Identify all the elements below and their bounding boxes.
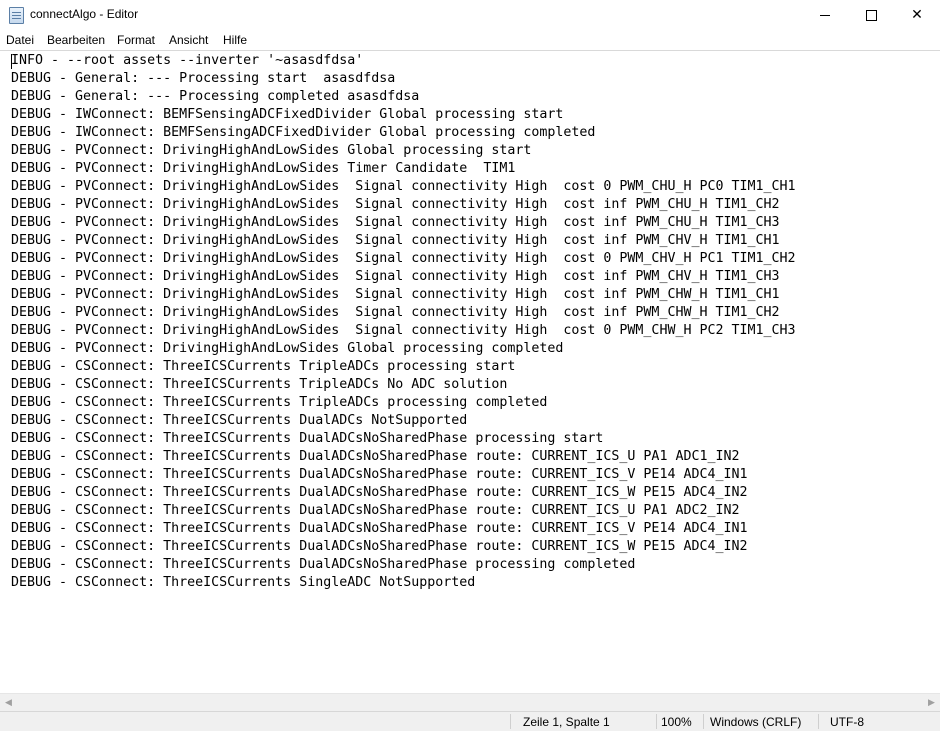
text-line[interactable]: DEBUG - PVConnect: DrivingHighAndLowSide… — [11, 160, 940, 178]
window-title: connectAlgo - Editor — [30, 7, 139, 21]
text-line[interactable]: DEBUG - PVConnect: DrivingHighAndLowSide… — [11, 340, 940, 358]
menu-ansicht[interactable]: Ansicht — [169, 33, 208, 47]
text-line[interactable]: DEBUG - CSConnect: ThreeICSCurrents Dual… — [11, 538, 940, 556]
text-line[interactable]: DEBUG - CSConnect: ThreeICSCurrents Dual… — [11, 412, 940, 430]
text-line[interactable]: DEBUG - PVConnect: DrivingHighAndLowSide… — [11, 142, 940, 160]
text-line[interactable]: DEBUG - CSConnect: ThreeICSCurrents Dual… — [11, 430, 940, 448]
text-editor[interactable]: INFO - --root assets --inverter '~asasdf… — [0, 50, 940, 694]
text-caret — [11, 54, 12, 69]
text-line[interactable]: DEBUG - PVConnect: DrivingHighAndLowSide… — [11, 322, 940, 340]
status-separator — [703, 714, 704, 729]
text-line[interactable]: INFO - --root assets --inverter '~asasdf… — [11, 52, 940, 70]
text-line[interactable]: DEBUG - General: --- Processing start as… — [11, 70, 940, 88]
menu-hilfe[interactable]: Hilfe — [223, 33, 247, 47]
status-separator — [656, 714, 657, 729]
status-separator — [818, 714, 819, 729]
text-line[interactable]: DEBUG - PVConnect: DrivingHighAndLowSide… — [11, 268, 940, 286]
text-line[interactable]: DEBUG - CSConnect: ThreeICSCurrents Dual… — [11, 484, 940, 502]
text-line[interactable]: DEBUG - General: --- Processing complete… — [11, 88, 940, 106]
text-line[interactable]: DEBUG - CSConnect: ThreeICSCurrents Dual… — [11, 448, 940, 466]
text-line[interactable]: DEBUG - CSConnect: ThreeICSCurrents Sing… — [11, 574, 940, 592]
line-ending: Windows (CRLF) — [710, 715, 802, 729]
menu-bearbeiten[interactable]: Bearbeiten — [47, 33, 105, 47]
text-line[interactable]: DEBUG - PVConnect: DrivingHighAndLowSide… — [11, 286, 940, 304]
text-line[interactable]: DEBUG - CSConnect: ThreeICSCurrents Dual… — [11, 556, 940, 574]
menu-bar: Datei Bearbeiten Format Ansicht Hilfe — [0, 30, 940, 50]
text-line[interactable]: DEBUG - PVConnect: DrivingHighAndLowSide… — [11, 232, 940, 250]
text-line[interactable]: DEBUG - PVConnect: DrivingHighAndLowSide… — [11, 250, 940, 268]
text-line[interactable]: DEBUG - CSConnect: ThreeICSCurrents Dual… — [11, 502, 940, 520]
horizontal-scrollbar[interactable]: ◀ ▶ — [0, 693, 940, 711]
encoding: UTF-8 — [830, 715, 864, 729]
text-line[interactable]: DEBUG - CSConnect: ThreeICSCurrents Trip… — [11, 394, 940, 412]
text-line[interactable]: DEBUG - IWConnect: BEMFSensingADCFixedDi… — [11, 106, 940, 124]
maximize-button[interactable] — [848, 0, 894, 30]
text-line[interactable]: DEBUG - CSConnect: ThreeICSCurrents Trip… — [11, 376, 940, 394]
scroll-right-icon[interactable]: ▶ — [923, 694, 940, 711]
scroll-left-icon[interactable]: ◀ — [0, 694, 17, 711]
notepad-icon — [9, 7, 24, 24]
close-button[interactable]: ✕ — [894, 0, 940, 30]
status-bar: Zeile 1, Spalte 1 100% Windows (CRLF) UT… — [0, 711, 940, 731]
text-line[interactable]: DEBUG - CSConnect: ThreeICSCurrents Dual… — [11, 466, 940, 484]
editor-text[interactable]: INFO - --root assets --inverter '~asasdf… — [0, 51, 940, 592]
minimize-button[interactable] — [802, 0, 848, 30]
text-line[interactable]: DEBUG - PVConnect: DrivingHighAndLowSide… — [11, 178, 940, 196]
title-bar[interactable]: connectAlgo - Editor ✕ — [0, 0, 940, 30]
text-line[interactable]: DEBUG - CSConnect: ThreeICSCurrents Dual… — [11, 520, 940, 538]
minimize-icon — [820, 14, 830, 16]
text-line[interactable]: DEBUG - PVConnect: DrivingHighAndLowSide… — [11, 214, 940, 232]
text-line[interactable]: DEBUG - PVConnect: DrivingHighAndLowSide… — [11, 196, 940, 214]
text-line[interactable]: DEBUG - CSConnect: ThreeICSCurrents Trip… — [11, 358, 940, 376]
status-separator — [510, 714, 511, 729]
menu-format[interactable]: Format — [117, 33, 155, 47]
menu-datei[interactable]: Datei — [6, 33, 34, 47]
text-line[interactable]: DEBUG - PVConnect: DrivingHighAndLowSide… — [11, 304, 940, 322]
cursor-position: Zeile 1, Spalte 1 — [523, 715, 610, 729]
text-line[interactable]: DEBUG - IWConnect: BEMFSensingADCFixedDi… — [11, 124, 940, 142]
maximize-icon — [865, 9, 877, 21]
close-icon: ✕ — [911, 7, 923, 23]
zoom-level: 100% — [661, 715, 692, 729]
